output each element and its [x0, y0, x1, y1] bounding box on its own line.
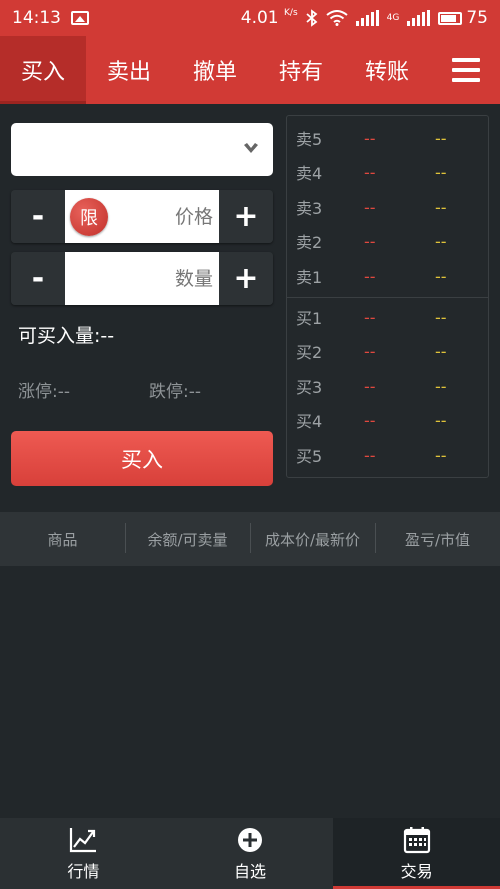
limit-up: 涨停:-- [18, 382, 70, 402]
bottom-nav: 行情 自选 交易 [0, 818, 500, 889]
column-header-balance: 余额/可卖量 [125, 522, 250, 553]
order-book-row: 卖1 -- -- [296, 266, 447, 288]
quantity-minus-button[interactable]: - [11, 252, 65, 305]
signal-icon-2 [407, 10, 431, 26]
limit-price-badge[interactable]: 限 [70, 198, 108, 236]
wifi-icon [326, 10, 348, 26]
limit-down: 跌停:-- [149, 382, 201, 402]
calendar-icon [403, 826, 430, 853]
column-header-profit: 盈亏/市值 [375, 522, 500, 553]
order-book-row: 买5 -- -- [296, 445, 447, 467]
battery-icon: 75 [438, 8, 488, 28]
network-type: 4G [386, 12, 400, 23]
buy-submit-button[interactable]: 买入 [11, 431, 273, 486]
order-book-row: 卖5 -- -- [296, 128, 447, 150]
tab-transfer[interactable]: 转账 [344, 36, 430, 104]
price-plus-button[interactable]: + [219, 190, 273, 243]
nav-trade[interactable]: 交易 [333, 818, 500, 889]
order-book-row: 买3 -- -- [296, 376, 447, 398]
column-header-cost-price: 成本价/最新价 [250, 522, 375, 553]
quantity-stepper: - + [11, 252, 273, 305]
order-book-row: 买4 -- -- [296, 410, 447, 432]
price-field-wrap: 限 [65, 190, 219, 243]
price-minus-button[interactable]: - [11, 190, 65, 243]
nav-watchlist-label: 自选 [234, 861, 267, 881]
max-buy-quantity: 可买入量:-- [18, 325, 115, 347]
add-circle-icon [238, 827, 262, 852]
price-stepper: - 限 + [11, 190, 273, 243]
product-select[interactable] [11, 123, 273, 176]
positions-table-header: 商品 余额/可卖量 成本价/最新价 盈亏/市值 [0, 512, 500, 566]
chevron-down-icon [244, 143, 258, 153]
bluetooth-icon [306, 9, 318, 27]
image-icon [71, 11, 89, 25]
order-book: 卖5 -- -- 卖4 -- -- 卖3 -- -- 卖2 -- -- 卖1 -- -- 买1 -- -… [286, 115, 489, 478]
chart-icon [70, 827, 97, 852]
order-book-row: 卖4 -- -- [296, 162, 447, 184]
menu-icon[interactable] [432, 36, 500, 104]
tab-sell[interactable]: 卖出 [86, 36, 172, 104]
trade-tab-bar: 买入 卖出 撤单 持有 转账 [0, 36, 500, 104]
order-book-row: 卖2 -- -- [296, 231, 447, 253]
tab-holdings[interactable]: 持有 [258, 36, 344, 104]
nav-market-label: 行情 [67, 861, 100, 881]
battery-level: 75 [466, 8, 488, 28]
quantity-field-wrap [65, 252, 219, 305]
column-header-product: 商品 [47, 530, 78, 549]
quantity-plus-button[interactable]: + [219, 252, 273, 305]
nav-market[interactable]: 行情 [0, 818, 167, 889]
network-speed: 4.01 K/s [240, 8, 298, 28]
status-bar: 14:13 4.01 K/s 4G 75 [0, 0, 500, 36]
quantity-input[interactable] [65, 252, 213, 305]
tab-buy[interactable]: 买入 [0, 36, 86, 104]
nav-trade-label: 交易 [400, 861, 433, 881]
order-book-divider [287, 297, 488, 298]
order-book-row: 买1 -- -- [296, 307, 447, 329]
tab-cancel-order[interactable]: 撤单 [172, 36, 258, 104]
signal-icon [355, 10, 379, 26]
order-book-row: 卖3 -- -- [296, 197, 447, 219]
order-book-row: 买2 -- -- [296, 341, 447, 363]
status-time: 14:13 [12, 8, 61, 28]
nav-watchlist[interactable]: 自选 [167, 818, 334, 889]
